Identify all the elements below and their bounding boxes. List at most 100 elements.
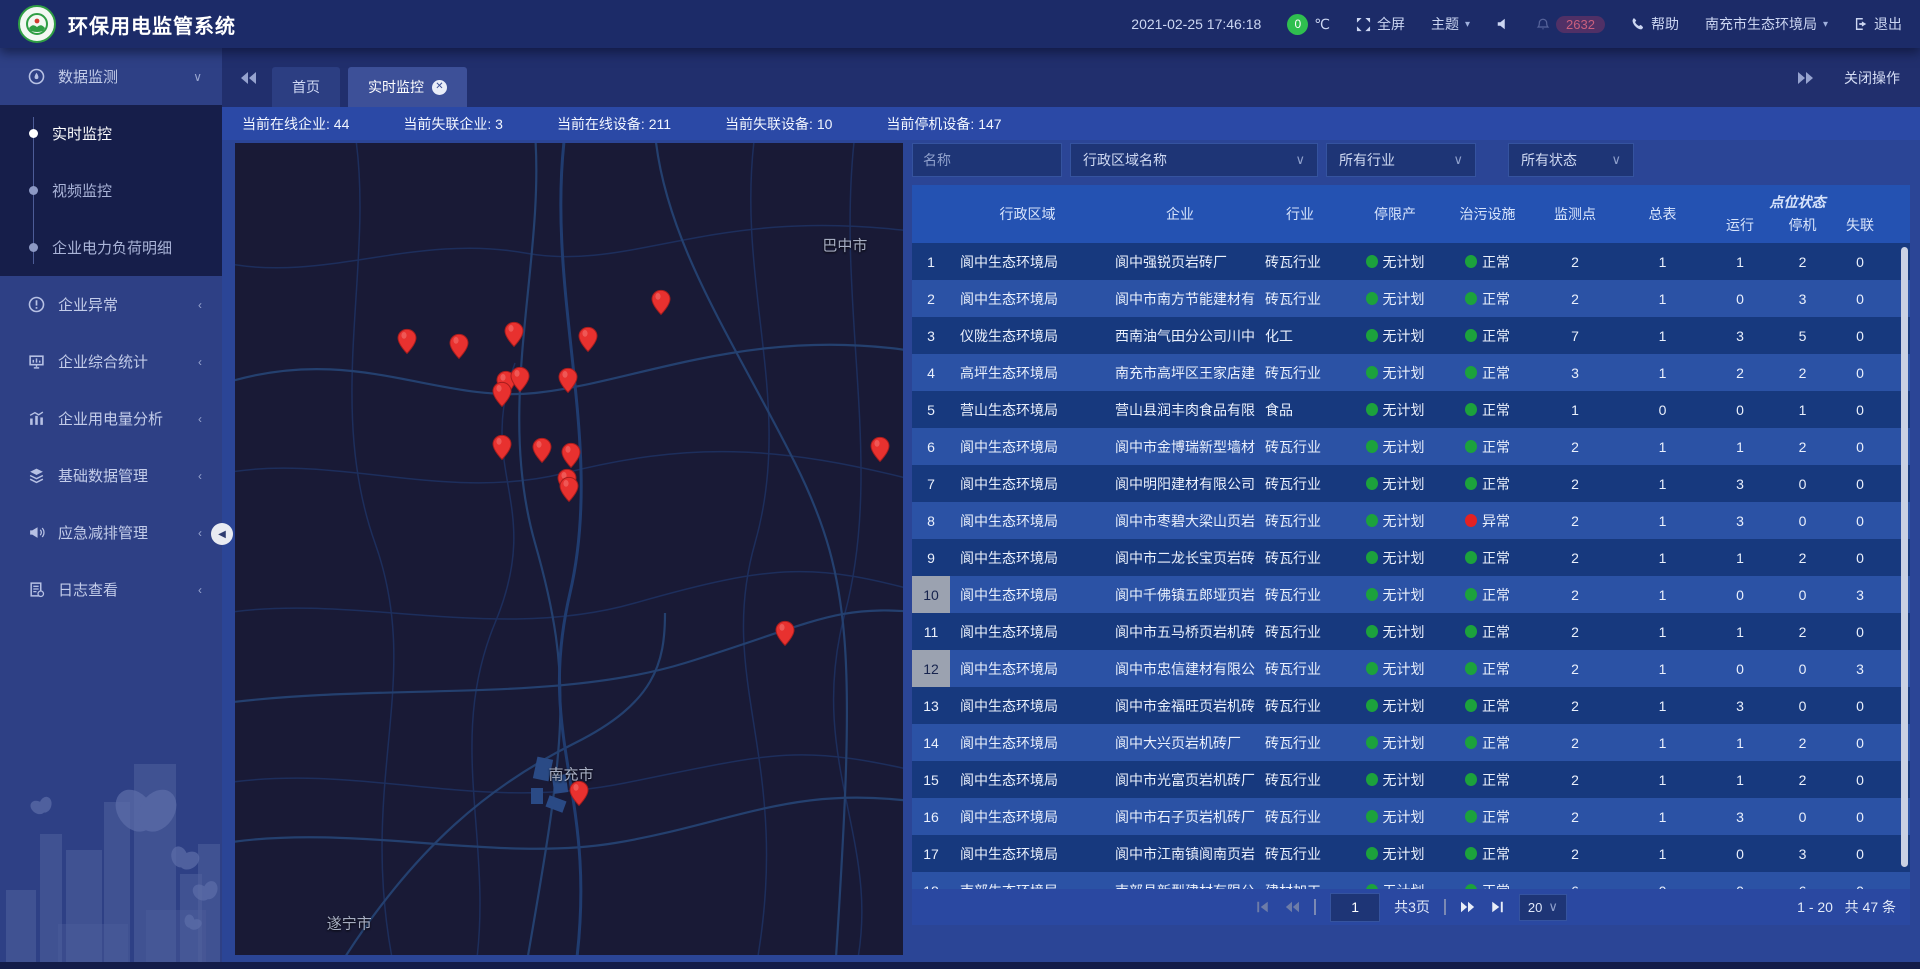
table-row[interactable]: 8 阆中生态环境局 阆中市枣碧大梁山页岩 砖瓦行业 无计划 异常 2 1 3 0… xyxy=(912,502,1910,539)
table-row[interactable]: 6 阆中生态环境局 阆中市金博瑞新型墙材 砖瓦行业 无计划 正常 2 1 1 2… xyxy=(912,428,1910,465)
help-button[interactable]: 帮助 xyxy=(1631,14,1679,34)
column-header[interactable]: 运行 xyxy=(1705,215,1775,235)
table-scrollbar[interactable] xyxy=(1901,247,1908,867)
table-row[interactable]: 5 营山生态环境局 营山县润丰肉食品有限 食品 无计划 正常 1 0 0 1 0 xyxy=(912,391,1910,428)
tab-home[interactable]: 首页 xyxy=(272,67,340,107)
map-pin[interactable] xyxy=(577,327,599,357)
name-filter-input[interactable] xyxy=(912,143,1062,177)
map-pin[interactable] xyxy=(568,780,590,810)
column-header[interactable]: 停机 xyxy=(1775,215,1830,235)
column-header[interactable]: 治污设施 xyxy=(1445,185,1530,243)
cell-industry: 砖瓦行业 xyxy=(1255,252,1345,272)
tabs-scroll-left-button[interactable] xyxy=(240,70,258,86)
user-menu[interactable]: 南充市生态环境局 ▾ xyxy=(1705,14,1828,34)
cell-pollution-facility: 正常 xyxy=(1445,400,1530,420)
sidebar-item-power-usage-analysis[interactable]: 企业用电量分析 ‹ xyxy=(0,390,222,447)
cell-company: 阆中千佛镇五郎垭页岩 xyxy=(1105,585,1255,605)
table-row[interactable]: 11 阆中生态环境局 阆中市五马桥页岩机砖 砖瓦行业 无计划 正常 2 1 1 … xyxy=(912,613,1910,650)
map-panel[interactable]: 巴中市南充市遂宁市 xyxy=(235,143,903,955)
column-header[interactable]: 企业 xyxy=(1105,185,1255,243)
table-row[interactable]: 9 阆中生态环境局 阆中市二龙长宝页岩砖 砖瓦行业 无计划 正常 2 1 1 2… xyxy=(912,539,1910,576)
map-pin[interactable] xyxy=(491,382,513,412)
column-header[interactable]: 总表 xyxy=(1620,185,1705,243)
map-pin[interactable] xyxy=(558,477,580,507)
table-row[interactable]: 12 阆中生态环境局 阆中市忠信建材有限公 砖瓦行业 无计划 正常 2 1 0 … xyxy=(912,650,1910,687)
cell-lost: 0 xyxy=(1830,846,1890,862)
close-tab-icon[interactable]: ✕ xyxy=(432,80,447,95)
fullscreen-button[interactable]: 全屏 xyxy=(1356,14,1405,34)
column-header[interactable]: 停限产 xyxy=(1345,185,1445,243)
column-header[interactable]: 监测点 xyxy=(1530,185,1620,243)
map-pin[interactable] xyxy=(869,436,891,466)
cell-total-meters: 1 xyxy=(1620,550,1705,566)
map-city-label: 巴中市 xyxy=(822,235,867,256)
table-row[interactable]: 15 阆中生态环境局 阆中市光富页岩机砖厂 砖瓦行业 无计划 正常 2 1 1 … xyxy=(912,761,1910,798)
next-page-button[interactable] xyxy=(1460,900,1476,914)
tabs-scroll-right-button[interactable] xyxy=(1796,70,1814,86)
page-number-input[interactable] xyxy=(1330,893,1380,922)
cell-total-meters: 1 xyxy=(1620,846,1705,862)
sound-button[interactable] xyxy=(1496,17,1510,31)
map-pin[interactable] xyxy=(557,367,579,397)
theme-menu[interactable]: 主题 ▾ xyxy=(1431,14,1470,34)
status-filter-select[interactable]: 所有状态 ∨ xyxy=(1508,143,1634,177)
table-row[interactable]: 17 阆中生态环境局 阆中市江南镇阆南页岩 砖瓦行业 无计划 正常 2 1 0 … xyxy=(912,835,1910,872)
cell-stopped: 2 xyxy=(1775,254,1830,270)
industry-filter-select[interactable]: 所有行业 ∨ xyxy=(1326,143,1476,177)
column-header[interactable]: 行政区域 xyxy=(950,185,1105,243)
table-row[interactable]: 4 高坪生态环境局 南充市高坪区王家店建 砖瓦行业 无计划 正常 3 1 2 2… xyxy=(912,354,1910,391)
row-number: 5 xyxy=(912,391,950,428)
row-number: 10 xyxy=(912,576,950,613)
row-number: 11 xyxy=(912,613,950,650)
cell-pollution-facility: 正常 xyxy=(1445,585,1530,605)
sidebar-item-log-view[interactable]: 日志查看 ‹ xyxy=(0,561,222,618)
sidebar-item-basic-data-management[interactable]: 基础数据管理 ‹ xyxy=(0,447,222,504)
table-row[interactable]: 16 阆中生态环境局 阆中市石子页岩机砖厂 砖瓦行业 无计划 正常 2 1 3 … xyxy=(912,798,1910,835)
sidebar-item-company-statistics[interactable]: 企业综合统计 ‹ xyxy=(0,333,222,390)
map-pin[interactable] xyxy=(650,289,672,319)
sidebar-subitem-power-load-detail[interactable]: 企业电力负荷明细 xyxy=(0,219,222,276)
close-operations-button[interactable]: 关闭操作 xyxy=(1844,68,1900,88)
sidebar-collapse-toggle[interactable]: ◀ xyxy=(211,523,233,545)
cell-monitor-points: 1 xyxy=(1530,402,1620,418)
table-row[interactable]: 13 阆中生态环境局 阆中市金福旺页岩机砖 砖瓦行业 无计划 正常 2 1 3 … xyxy=(912,687,1910,724)
map-pin[interactable] xyxy=(491,435,513,465)
region-filter-select[interactable]: 行政区域名称 ∨ xyxy=(1070,143,1318,177)
page-size-select[interactable]: 20 ∨ xyxy=(1519,894,1567,921)
table-row[interactable]: 2 阆中生态环境局 阆中市南方节能建材有 砖瓦行业 无计划 正常 2 1 0 3… xyxy=(912,280,1910,317)
cell-pollution-facility: 正常 xyxy=(1445,548,1530,568)
map-pin[interactable] xyxy=(503,322,525,352)
table-row[interactable]: 1 阆中生态环境局 阆中强锐页岩砖厂 砖瓦行业 无计划 正常 2 1 1 2 0 xyxy=(912,243,1910,280)
sidebar-subitem-realtime-monitor[interactable]: 实时监控 xyxy=(0,105,222,162)
column-header-index xyxy=(912,185,950,243)
table-row[interactable]: 10 阆中生态环境局 阆中千佛镇五郎垭页岩 砖瓦行业 无计划 正常 2 1 0 … xyxy=(912,576,1910,613)
status-dot-icon xyxy=(1366,588,1378,601)
tab-realtime[interactable]: 实时监控 ✕ xyxy=(348,67,467,107)
sidebar-item-data-monitoring[interactable]: 数据监测 ∨ xyxy=(0,48,222,105)
sidebar-item-emergency-reduction[interactable]: 应急减排管理 ‹ xyxy=(0,504,222,561)
first-page-button[interactable] xyxy=(1255,900,1270,914)
map-pin[interactable] xyxy=(774,620,796,650)
table-row[interactable]: 14 阆中生态环境局 阆中大兴页岩机砖厂 砖瓦行业 无计划 正常 2 1 1 2… xyxy=(912,724,1910,761)
cell-lost: 0 xyxy=(1830,772,1890,788)
column-header[interactable]: 行业 xyxy=(1255,185,1345,243)
last-page-button[interactable] xyxy=(1490,900,1505,914)
prev-page-button[interactable] xyxy=(1284,900,1300,914)
cell-lost: 0 xyxy=(1830,291,1890,307)
sidebar-item-company-abnormal[interactable]: 企业异常 ‹ xyxy=(0,276,222,333)
map-pin[interactable] xyxy=(448,333,470,363)
sidebar-subitem-video-monitor[interactable]: 视频监控 xyxy=(0,162,222,219)
cell-company: 阆中市南方节能建材有 xyxy=(1105,289,1255,309)
notifications[interactable]: 2632 xyxy=(1536,16,1605,33)
table-row[interactable]: 18 南部生态环境局 南部县新型建材有限公 建材加工 无计划 正常 6 0 0 … xyxy=(912,872,1910,889)
cell-lost: 0 xyxy=(1830,883,1890,890)
cell-industry: 砖瓦行业 xyxy=(1255,622,1345,642)
map-pin[interactable] xyxy=(396,328,418,358)
table-row[interactable]: 3 仪陇生态环境局 西南油气田分公司川中 化工 无计划 正常 7 1 3 5 0 xyxy=(912,317,1910,354)
map-pin[interactable] xyxy=(531,438,553,468)
exit-button[interactable]: 退出 xyxy=(1854,14,1902,34)
table-row[interactable]: 7 阆中生态环境局 阆中明阳建材有限公司 砖瓦行业 无计划 正常 2 1 3 0… xyxy=(912,465,1910,502)
cell-stopped: 2 xyxy=(1775,365,1830,381)
column-header[interactable]: 失联 xyxy=(1830,215,1890,235)
cell-limit-production: 无计划 xyxy=(1345,252,1445,272)
